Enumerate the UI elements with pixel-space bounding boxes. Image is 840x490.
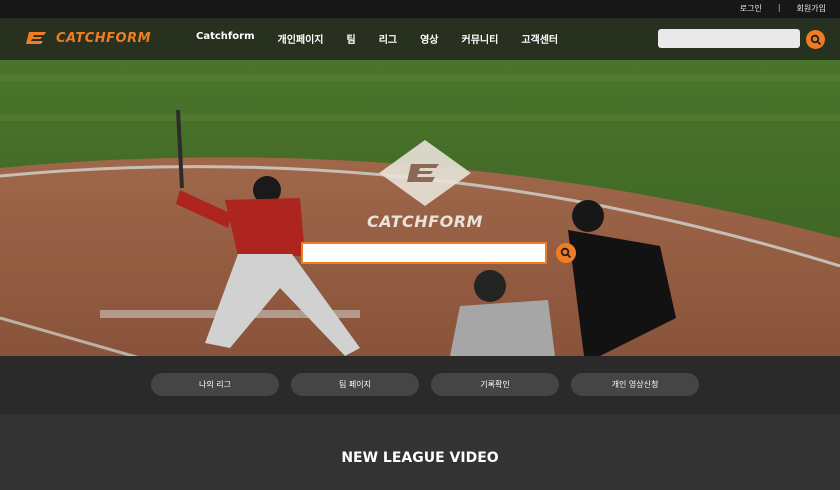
record-check-button[interactable]: 기록확인 [431, 373, 559, 396]
hero-search-button[interactable] [556, 243, 576, 263]
signup-link[interactable]: 회원가입 [797, 3, 826, 14]
my-league-button[interactable]: 나의 리그 [151, 373, 279, 396]
team-page-button[interactable]: 팀 페이지 [291, 373, 419, 396]
search-icon [810, 34, 821, 45]
login-link[interactable]: 로그인 [740, 3, 762, 14]
nav-search-button[interactable] [806, 30, 825, 49]
nav-item-community[interactable]: 커뮤니티 [462, 31, 499, 46]
nav-item-catchform[interactable]: Catchform [196, 31, 255, 46]
search-icon [560, 247, 572, 259]
hero-search-input[interactable] [301, 242, 547, 264]
hero-brand-name: CATCHFORM [367, 212, 483, 231]
nav-item-personal-page[interactable]: 개인페이지 [278, 31, 324, 46]
top-utility-bar: 로그인 | 회원가입 [0, 0, 840, 18]
section-title: NEW LEAGUE VIDEO [341, 450, 499, 466]
catchform-logo-icon [26, 32, 46, 44]
nav-item-team[interactable]: 팀 [347, 31, 356, 46]
personal-video-request-button[interactable]: 개인 영상신청 [571, 373, 699, 396]
quick-links-bar: 나의 리그 팀 페이지 기록확인 개인 영상신청 [0, 356, 840, 414]
catchform-logo-icon [379, 140, 471, 206]
brand-name: CATCHFORM [56, 30, 152, 46]
brand-logo[interactable]: CATCHFORM [26, 30, 151, 46]
nav-item-customer-center[interactable]: 고객센터 [521, 31, 558, 46]
nav-item-video[interactable]: 영상 [420, 31, 438, 46]
nav-search-input[interactable] [658, 29, 800, 48]
link-separator: | [777, 3, 781, 12]
main-nav: CATCHFORM Catchform 개인페이지 팀 리그 영상 커뮤니티 고… [0, 18, 840, 60]
nav-menu: Catchform 개인페이지 팀 리그 영상 커뮤니티 고객센터 [196, 31, 558, 46]
new-league-video-section: NEW LEAGUE VIDEO [0, 414, 840, 490]
account-links: 로그인 | 회원가입 [740, 3, 826, 14]
nav-item-league[interactable]: 리그 [379, 31, 397, 46]
